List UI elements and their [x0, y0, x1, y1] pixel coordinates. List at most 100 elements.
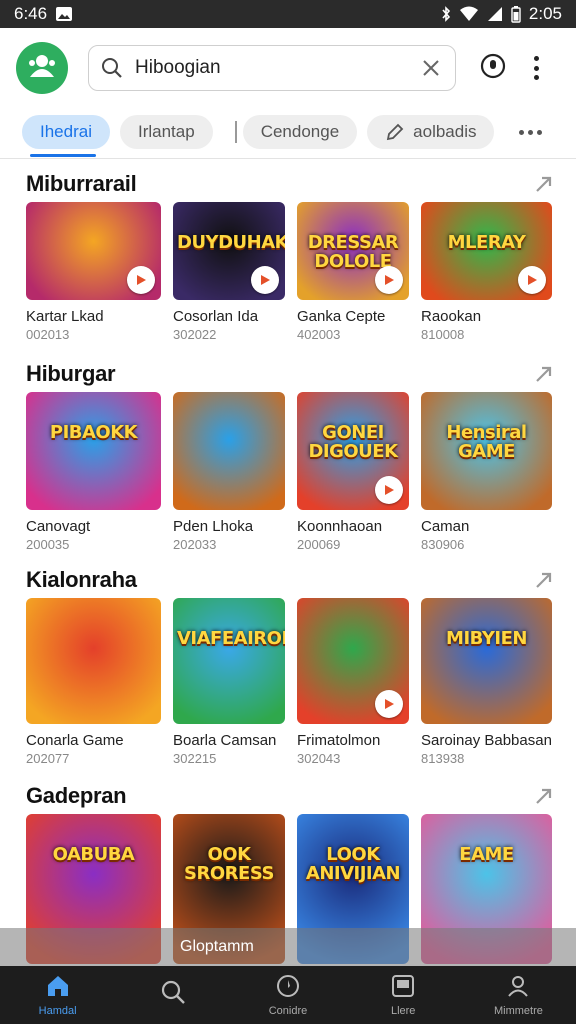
- game-thumbnail[interactable]: [26, 202, 161, 300]
- expand-arrow-icon[interactable]: [534, 786, 554, 806]
- game-thumbnail[interactable]: DRESSAR DOLOLE: [297, 202, 409, 300]
- game-thumbnail[interactable]: MLERAY: [421, 202, 552, 300]
- game-card[interactable]: Conarla Game 202077: [26, 598, 161, 766]
- play-badge-icon[interactable]: [375, 690, 403, 718]
- game-subtitle: 302022: [173, 327, 217, 342]
- status-time-left: 6:46: [14, 4, 48, 23]
- play-badge-icon[interactable]: [375, 476, 403, 504]
- game-card[interactable]: Hensiral GAME Caman 830906: [421, 392, 552, 552]
- nav-label: Conidre: [268, 1004, 308, 1017]
- filter-chips: Ihedrai Irlantap Cendonge aolbadis: [0, 108, 576, 156]
- play-badge-icon[interactable]: [518, 266, 546, 294]
- nav-profile[interactable]: Mimmetre: [461, 966, 576, 1024]
- bottom-navigation: Hamdal Conidre Llere Mimmetre: [0, 966, 576, 1024]
- game-title: Ganka Cepte: [297, 308, 386, 325]
- game-thumbnail[interactable]: Hensiral GAME: [421, 392, 552, 510]
- chip-3[interactable]: aolbadis: [367, 115, 495, 149]
- game-subtitle: 302043: [297, 751, 341, 766]
- game-subtitle: 813938: [421, 751, 465, 766]
- game-card[interactable]: Kartar Lkad 002013: [26, 202, 161, 342]
- search-bar[interactable]: [88, 45, 456, 91]
- game-card[interactable]: VIAFEAIRODO Boarla Camsan 302215: [173, 598, 285, 766]
- more-options-button[interactable]: [530, 54, 542, 82]
- game-card[interactable]: Pden Lhoka 202033: [173, 392, 285, 552]
- nav-search[interactable]: [115, 966, 230, 1024]
- section-title: Gadepran: [26, 783, 127, 808]
- chips-more-button[interactable]: [519, 129, 554, 135]
- game-card[interactable]: DRESSAR DOLOLE Ganka Cepte 402003: [297, 202, 409, 342]
- group-icon: [26, 53, 58, 84]
- game-title: Cosorlan Ida: [173, 308, 259, 325]
- expand-arrow-icon[interactable]: [534, 364, 554, 384]
- active-tab-indicator: [30, 154, 96, 157]
- game-card[interactable]: MLERAY Raookan 810008: [421, 202, 552, 342]
- chip-1[interactable]: Irlantap: [119, 115, 213, 149]
- nav-label: Llere: [390, 1004, 416, 1017]
- chip-0[interactable]: Ihedrai: [22, 115, 110, 149]
- voice-search-button[interactable]: [478, 53, 508, 83]
- game-thumbnail[interactable]: [297, 598, 409, 724]
- game-thumbnail[interactable]: MIBYIEN: [421, 598, 552, 724]
- section: Hiburgar PIBAOKK Canovagt 200035 Pden Lhoka 2…: [0, 356, 576, 552]
- bluetooth-icon: [441, 6, 451, 22]
- thumbnail-art-text: OOK SRORESS: [184, 844, 274, 884]
- more-dot: [533, 65, 539, 71]
- mic-icon: [480, 53, 506, 84]
- nav-home[interactable]: Hamdal: [0, 966, 115, 1024]
- section-header: Miburrarail: [0, 166, 576, 202]
- game-thumbnail[interactable]: GONEI DIGOUEK: [297, 392, 409, 510]
- game-thumbnail[interactable]: VIAFEAIRODO: [173, 598, 285, 724]
- game-card[interactable]: GONEI DIGOUEK Koonnhaoan 200069: [297, 392, 409, 552]
- game-card[interactable]: PIBAOKK Canovagt 200035: [26, 392, 161, 552]
- play-badge-icon[interactable]: [127, 266, 155, 294]
- game-thumbnail[interactable]: [173, 392, 285, 510]
- game-title: Raookan: [421, 308, 482, 325]
- game-title: Canovagt: [26, 518, 91, 535]
- toast-bar: Gloptamm: [0, 928, 576, 966]
- game-thumbnail[interactable]: DUYDUHAK: [173, 202, 285, 300]
- play-badge-icon[interactable]: [375, 266, 403, 294]
- game-title: Kartar Lkad: [26, 308, 104, 325]
- game-title: Koonnhaoan: [297, 518, 383, 535]
- game-subtitle: 002013: [26, 327, 70, 342]
- nav-library[interactable]: Llere: [346, 966, 461, 1024]
- search-icon: [160, 979, 186, 1008]
- game-subtitle: 302215: [173, 751, 217, 766]
- play-badge-icon[interactable]: [251, 266, 279, 294]
- thumbnail-art-text: MIBYIEN: [446, 628, 527, 649]
- game-subtitle: 830906: [421, 537, 465, 552]
- profile-icon: [506, 974, 530, 1001]
- card-row: Kartar Lkad 002013 DUYDUHAK Cosorlan Ida 302…: [0, 202, 576, 342]
- expand-arrow-icon[interactable]: [534, 174, 554, 194]
- clear-icon[interactable]: [419, 56, 443, 80]
- account-avatar-button[interactable]: [16, 42, 68, 94]
- card-row: Conarla Game 202077 VIAFEAIRODO Boarla Cams…: [0, 598, 576, 766]
- game-subtitle: 202033: [173, 537, 217, 552]
- more-dot: [533, 56, 539, 61]
- thumbnail-art-text: Hensiral GAME: [446, 422, 527, 462]
- chip-label: Cendonge: [260, 122, 340, 141]
- divider: [0, 158, 576, 159]
- search-input[interactable]: [135, 57, 419, 79]
- game-card[interactable]: DUYDUHAK Cosorlan Ida 302022: [173, 202, 285, 342]
- thumbnail-art-text: DUYDUHAK: [177, 232, 285, 253]
- section-header: Hiburgar: [0, 356, 576, 392]
- game-card[interactable]: Frimatolmon 302043: [297, 598, 409, 766]
- library-icon: [391, 974, 415, 1001]
- game-card[interactable]: MIBYIEN Saroinay Babbasan 813938: [421, 598, 552, 766]
- section-header: Gadepran: [0, 778, 576, 814]
- thumbnail-art-text: EAME: [459, 844, 514, 865]
- chip-2[interactable]: Cendonge: [242, 115, 358, 149]
- game-subtitle: 200035: [26, 537, 70, 552]
- game-thumbnail[interactable]: [26, 598, 161, 724]
- nav-discover[interactable]: Conidre: [230, 966, 345, 1024]
- card-row: PIBAOKK Canovagt 200035 Pden Lhoka 202033 GON…: [0, 392, 576, 552]
- top-bar: [0, 28, 576, 108]
- game-thumbnail[interactable]: PIBAOKK: [26, 392, 161, 510]
- expand-arrow-icon[interactable]: [534, 570, 554, 590]
- thumbnail-art-text: MLERAY: [447, 232, 526, 253]
- game-subtitle: 202077: [26, 751, 70, 766]
- chip-label: Ihedrai: [40, 122, 92, 141]
- game-subtitle: 200069: [297, 537, 341, 552]
- section-title: Hiburgar: [26, 361, 116, 386]
